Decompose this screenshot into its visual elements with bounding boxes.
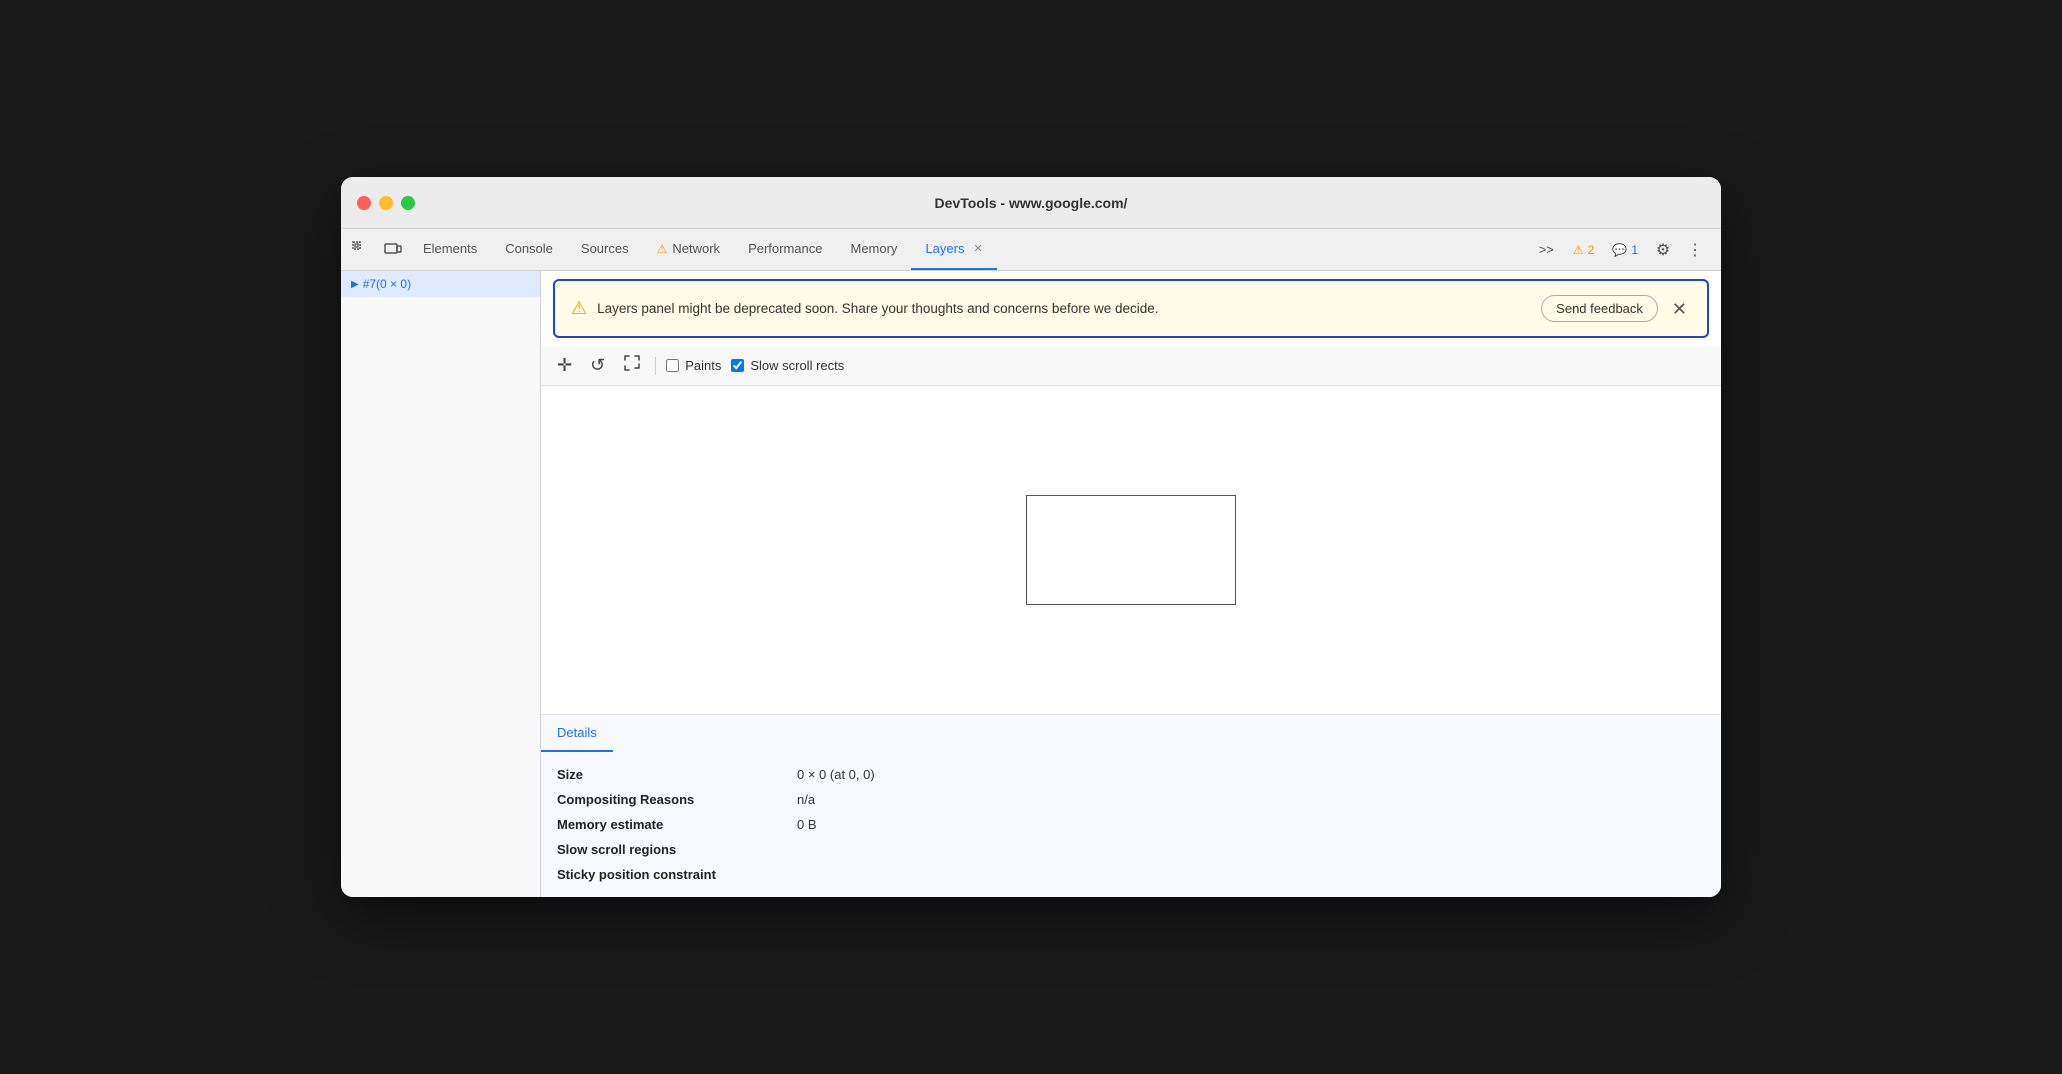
tab-network[interactable]: ⚠ Network [643, 229, 734, 270]
window-title: DevTools - www.google.com/ [935, 195, 1128, 211]
title-bar: DevTools - www.google.com/ [341, 177, 1721, 229]
gear-icon: ⚙ [1656, 240, 1670, 260]
close-button[interactable] [357, 196, 371, 210]
layers-toolbar: ✛ ↺ Paints Slow scroll rects [541, 346, 1721, 386]
slow-scroll-checkbox[interactable] [731, 359, 744, 372]
layers-panel: ⚠ Layers panel might be deprecated soon.… [541, 271, 1721, 897]
detail-row-memory: Memory estimate 0 B [557, 812, 1705, 837]
console-messages-badge[interactable]: 💬 1 [1605, 240, 1645, 260]
details-table: Size 0 × 0 (at 0, 0) Compositing Reasons… [541, 752, 1721, 897]
tab-memory[interactable]: Memory [836, 229, 911, 270]
layers-canvas[interactable] [541, 386, 1721, 714]
tab-layers[interactable]: Layers ✕ [911, 229, 996, 270]
tabs-right: >> ⚠ 2 💬 1 ⚙ ⋮ [1531, 236, 1717, 264]
detail-row-sticky: Sticky position constraint [557, 862, 1705, 887]
tabs-list: Elements Console Sources ⚠ Network Perfo… [409, 229, 1531, 270]
more-tabs-button[interactable]: >> [1531, 238, 1562, 261]
warnings-badge[interactable]: ⚠ 2 [1566, 240, 1601, 260]
layer-visualization [1026, 495, 1236, 605]
paints-checkbox[interactable] [666, 359, 679, 372]
detail-row-size: Size 0 × 0 (at 0, 0) [557, 762, 1705, 787]
minimize-button[interactable] [379, 196, 393, 210]
traffic-lights [357, 196, 415, 210]
slow-scroll-checkbox-label[interactable]: Slow scroll rects [731, 358, 844, 373]
pan-tool-icon[interactable]: ✛ [553, 353, 576, 378]
warn-icon: ⚠ [1573, 243, 1584, 257]
vertical-dots-icon: ⋮ [1687, 240, 1703, 260]
details-panel: Details Size 0 × 0 (at 0, 0) Compositing… [541, 714, 1721, 897]
detail-row-slow-scroll: Slow scroll regions [557, 837, 1705, 862]
details-tab[interactable]: Details [541, 715, 613, 752]
paints-checkbox-label[interactable]: Paints [666, 358, 721, 373]
warning-message: Layers panel might be deprecated soon. S… [597, 301, 1531, 316]
main-content: ▶ #7(0 × 0) ⚠ Layers panel might be depr… [341, 271, 1721, 897]
send-feedback-button[interactable]: Send feedback [1541, 295, 1658, 322]
sidebar-item-layer[interactable]: ▶ #7(0 × 0) [341, 271, 540, 297]
layers-sidebar: ▶ #7(0 × 0) [341, 271, 541, 897]
tab-console[interactable]: Console [491, 229, 567, 270]
warning-triangle-icon: ⚠ [571, 298, 587, 319]
more-options-button[interactable]: ⋮ [1681, 236, 1709, 264]
layers-tab-close[interactable]: ✕ [973, 242, 982, 255]
tabs-bar: Elements Console Sources ⚠ Network Perfo… [341, 229, 1721, 271]
maximize-button[interactable] [401, 196, 415, 210]
network-warn-icon: ⚠ [657, 242, 668, 256]
deprecation-warning-banner: ⚠ Layers panel might be deprecated soon.… [553, 279, 1709, 338]
tab-elements[interactable]: Elements [409, 229, 491, 270]
settings-button[interactable]: ⚙ [1649, 236, 1677, 264]
devtools-window: DevTools - www.google.com/ Elements Cons… [341, 177, 1721, 897]
fit-tool-icon[interactable] [619, 352, 645, 379]
tab-sources[interactable]: Sources [567, 229, 643, 270]
inspect-element-icon[interactable] [347, 236, 375, 264]
rotate-tool-icon[interactable]: ↺ [586, 353, 609, 378]
detail-row-compositing: Compositing Reasons n/a [557, 787, 1705, 812]
device-toolbar-icon[interactable] [379, 236, 407, 264]
tab-performance[interactable]: Performance [734, 229, 836, 270]
close-banner-button[interactable]: ✕ [1668, 300, 1691, 318]
expand-arrow-icon: ▶ [351, 279, 359, 290]
console-icon: 💬 [1612, 243, 1627, 257]
toolbar-separator [655, 357, 656, 375]
